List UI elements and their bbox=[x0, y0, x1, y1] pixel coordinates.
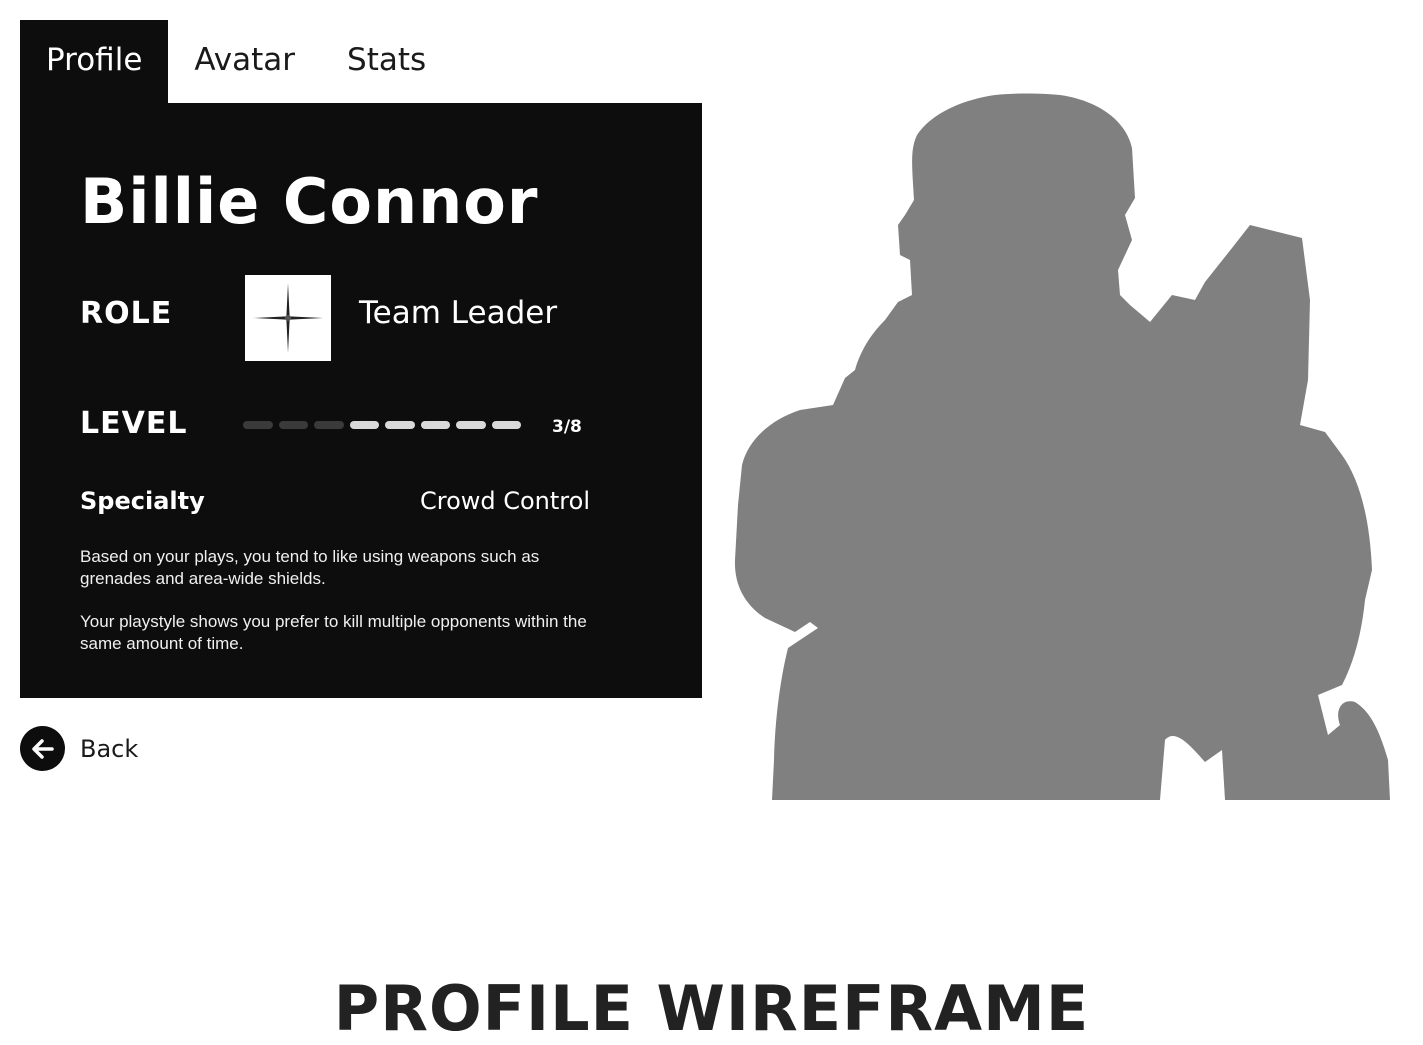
level-segment bbox=[491, 421, 521, 429]
level-segment bbox=[314, 421, 344, 429]
specialty-description: Based on your plays, you tend to like us… bbox=[80, 547, 540, 588]
arrow-left-icon bbox=[20, 726, 65, 771]
level-segment bbox=[278, 421, 308, 429]
tab-profile[interactable]: Profile bbox=[20, 20, 169, 103]
role-label: ROLE bbox=[80, 296, 173, 331]
specialty-value: Crowd Control bbox=[419, 487, 590, 515]
back-label: Back bbox=[80, 734, 139, 763]
level-segment bbox=[420, 421, 450, 429]
specialty-label: Specialty bbox=[80, 487, 205, 515]
level-segment bbox=[349, 421, 379, 429]
role-value: Team Leader bbox=[359, 295, 558, 331]
page-title: PROFILE WIREFRAME bbox=[333, 972, 1090, 1045]
sparkle-icon bbox=[245, 275, 331, 361]
tab-bar: Profile Avatar Stats bbox=[20, 20, 452, 103]
level-segment bbox=[243, 421, 273, 429]
player-name: Billie Connor bbox=[80, 165, 539, 238]
level-label: LEVEL bbox=[80, 406, 188, 441]
profile-panel: Billie Connor ROLE Team Leader LEVEL 3/8… bbox=[20, 103, 702, 698]
tab-stats[interactable]: Stats bbox=[321, 20, 452, 103]
level-segment bbox=[385, 421, 415, 429]
playstyle-description: Your playstyle shows you prefer to kill … bbox=[80, 612, 587, 653]
back-button[interactable]: Back bbox=[20, 726, 138, 771]
avatar-silhouette bbox=[720, 40, 1410, 810]
level-segment bbox=[456, 421, 486, 429]
level-progress-bar bbox=[243, 421, 521, 429]
level-count: 3/8 bbox=[552, 417, 582, 437]
tab-avatar[interactable]: Avatar bbox=[168, 20, 321, 103]
